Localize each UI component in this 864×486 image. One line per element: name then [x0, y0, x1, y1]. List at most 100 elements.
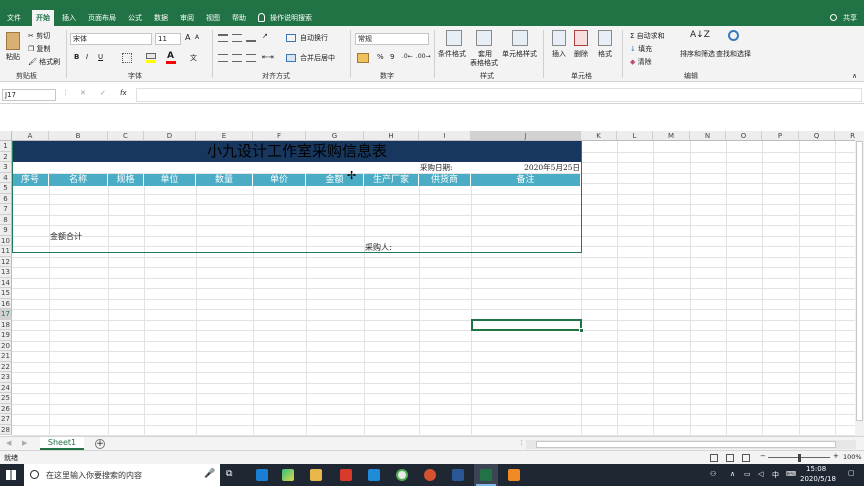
powerpoint-icon[interactable]: [424, 469, 436, 481]
column-header-O[interactable]: O: [726, 131, 762, 141]
add-sheet-icon[interactable]: +: [95, 439, 105, 449]
clock-date[interactable]: 2020/5/18: [800, 475, 836, 483]
border-icon[interactable]: [122, 53, 132, 63]
row-header-21[interactable]: 21: [0, 351, 12, 362]
row-header-6[interactable]: 6: [0, 193, 12, 204]
tab-view[interactable]: 视图: [202, 10, 224, 26]
next-sheet-icon[interactable]: ▶: [22, 439, 27, 447]
table-format-label-2[interactable]: 表格格式: [470, 58, 498, 68]
insert-function-icon[interactable]: fx: [120, 89, 127, 97]
tab-review[interactable]: 审阅: [176, 10, 198, 26]
percent-button[interactable]: %: [377, 53, 384, 61]
column-header-D[interactable]: D: [144, 131, 196, 141]
tab-data[interactable]: 数据: [150, 10, 172, 26]
column-header-K[interactable]: K: [581, 131, 617, 141]
row-header-14[interactable]: 14: [0, 277, 12, 288]
italic-button[interactable]: I: [86, 53, 88, 61]
tab-formulas[interactable]: 公式: [124, 10, 146, 26]
row-header-13[interactable]: 13: [0, 267, 12, 278]
underline-button[interactable]: U: [98, 53, 103, 61]
chrome-icon[interactable]: [396, 469, 408, 481]
row-header-23[interactable]: 23: [0, 372, 12, 383]
page-break-view-icon[interactable]: [742, 454, 750, 462]
row-header-12[interactable]: 12: [0, 256, 12, 267]
align-top-icon[interactable]: [218, 34, 228, 42]
insert-cells-button[interactable]: 插入: [552, 49, 566, 59]
bold-button[interactable]: B: [74, 53, 79, 61]
table-format-icon[interactable]: [476, 30, 492, 46]
grow-font-icon[interactable]: A: [185, 33, 190, 42]
column-header-F[interactable]: F: [253, 131, 306, 141]
worksheet-grid[interactable]: ABCDEFGHIJKLMNOPQR 1 2 3 4 5 6 7 8 9 10 11 12 13 14 15…: [0, 131, 864, 436]
row-header-18[interactable]: 18: [0, 319, 12, 330]
autosum-button[interactable]: Σ 自动求和: [630, 31, 665, 41]
row-header-7[interactable]: 7: [0, 204, 12, 215]
prev-sheet-icon[interactable]: ◀: [6, 439, 11, 447]
tab-page-layout[interactable]: 页面布局: [84, 10, 120, 26]
zoom-level[interactable]: 100%: [843, 453, 862, 461]
conditional-format-icon[interactable]: [446, 30, 462, 46]
column-header-E[interactable]: E: [196, 131, 253, 141]
tab-file[interactable]: 文件: [4, 10, 24, 26]
row-header-26[interactable]: 26: [0, 403, 12, 414]
row-header-27[interactable]: 27: [0, 414, 12, 425]
fill-button[interactable]: ↓ 填充: [630, 44, 652, 54]
wrap-text-button[interactable]: 自动换行: [300, 33, 328, 43]
align-center-icon[interactable]: [232, 54, 242, 62]
acrobat-icon[interactable]: [340, 469, 352, 481]
orientation-icon[interactable]: ↗: [262, 32, 268, 40]
insert-cells-icon[interactable]: [552, 30, 566, 46]
edge-icon[interactable]: [256, 469, 268, 481]
font-color-icon[interactable]: A: [167, 51, 174, 61]
active-cell-J17[interactable]: [471, 319, 582, 331]
comma-button[interactable]: 9: [390, 53, 394, 61]
paste-label[interactable]: 粘贴: [6, 52, 20, 62]
horizontal-scroll-thumb[interactable]: [536, 441, 836, 448]
microphone-icon[interactable]: 🎤: [204, 469, 215, 479]
page-layout-view-icon[interactable]: [726, 454, 734, 462]
cut-button[interactable]: ✂ 剪切: [28, 31, 50, 41]
clock-time[interactable]: 15:08: [806, 465, 826, 473]
ime-mode[interactable]: 中: [772, 470, 779, 480]
app-icon[interactable]: [368, 469, 380, 481]
column-header-C[interactable]: C: [108, 131, 144, 141]
column-header-B[interactable]: B: [49, 131, 108, 141]
row-header-20[interactable]: 20: [0, 340, 12, 351]
volume-icon[interactable]: ◁: [758, 470, 763, 478]
row-header-5[interactable]: 5: [0, 183, 12, 194]
column-header-J[interactable]: J: [471, 131, 581, 141]
keyboard-icon[interactable]: ⌨: [786, 470, 796, 478]
cell-styles-icon[interactable]: [512, 30, 528, 46]
row-header-2[interactable]: 2: [0, 151, 12, 162]
split-handle-icon[interactable]: ⋮: [518, 439, 525, 447]
row-header-10[interactable]: 10: [0, 235, 12, 246]
sheet-tab-sheet1[interactable]: Sheet1: [40, 437, 84, 450]
taskbar-search[interactable]: 在这里输入你要搜索的内容 🎤: [24, 464, 220, 486]
media-player-icon[interactable]: [282, 469, 294, 481]
enter-icon[interactable]: ✓: [100, 89, 106, 97]
tray-chevron-icon[interactable]: ∧: [730, 470, 735, 478]
zoom-out-icon[interactable]: −: [760, 452, 766, 460]
network-icon[interactable]: ▭: [744, 470, 751, 478]
column-header-P[interactable]: P: [762, 131, 799, 141]
column-header-I[interactable]: I: [419, 131, 471, 141]
word-icon[interactable]: [452, 469, 464, 481]
merge-center-button[interactable]: 合并后居中: [300, 53, 335, 63]
find-select-icon[interactable]: [728, 30, 739, 41]
phonetic-icon[interactable]: 文: [190, 53, 197, 63]
column-header-M[interactable]: M: [653, 131, 690, 141]
row-header-17[interactable]: 17: [0, 309, 12, 320]
currency-icon[interactable]: [357, 53, 369, 63]
row-header-15[interactable]: 15: [0, 288, 12, 299]
sort-filter-icon[interactable]: A↓Z: [690, 30, 710, 40]
align-left-icon[interactable]: [218, 54, 228, 62]
format-painter-button[interactable]: 🖌 格式刷: [28, 57, 60, 67]
people-icon[interactable]: ⚇: [710, 470, 716, 478]
clear-button[interactable]: ◆ 清除: [630, 57, 652, 67]
indent-icon[interactable]: ⇤⇥: [262, 53, 274, 61]
align-middle-icon[interactable]: [232, 34, 242, 42]
copy-button[interactable]: ❐ 复制: [28, 44, 51, 54]
zoom-in-icon[interactable]: +: [833, 452, 839, 460]
format-cells-icon[interactable]: [598, 30, 612, 46]
name-box[interactable]: J17: [2, 89, 56, 101]
